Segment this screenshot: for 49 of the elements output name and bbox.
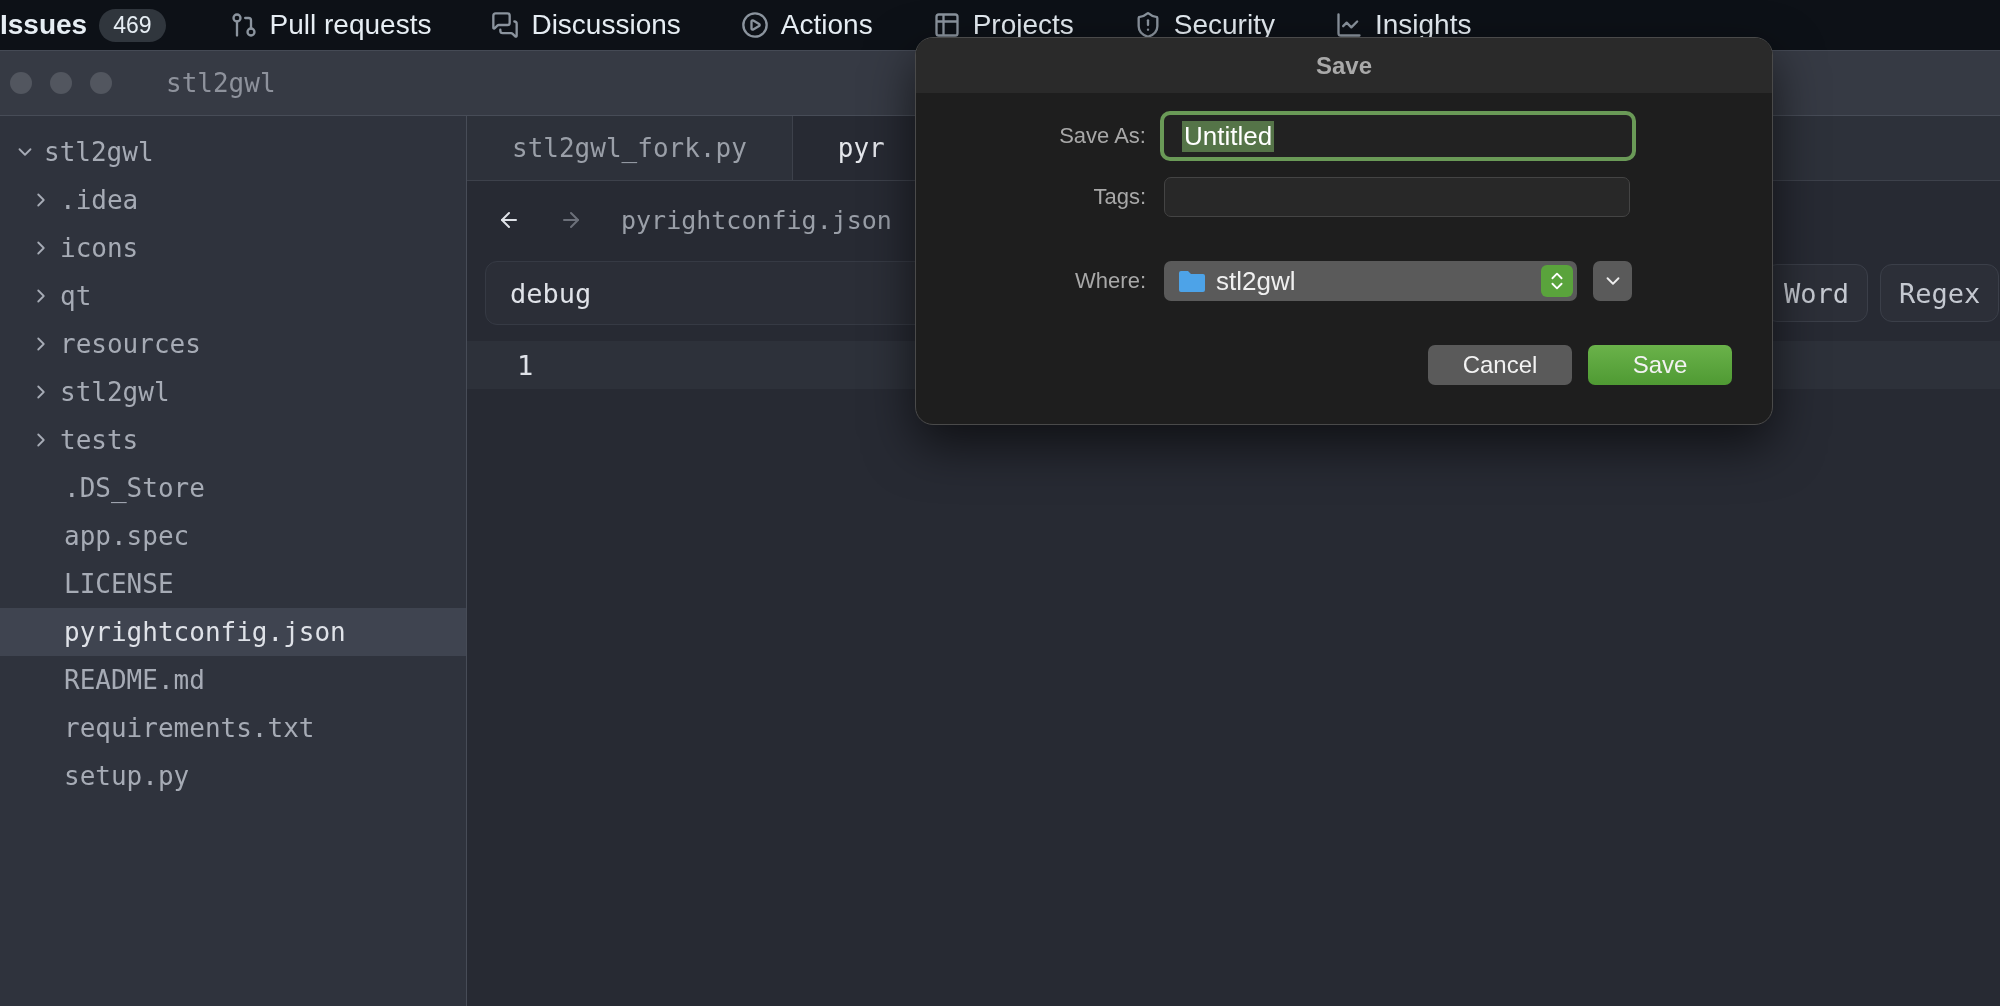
nav-tab[interactable]: Actions <box>740 9 873 41</box>
dialog-title: Save <box>1315 51 1373 80</box>
folder-item[interactable]: .idea <box>0 176 466 224</box>
folder-item[interactable]: stl2gwl <box>0 128 466 176</box>
nav-label: Security <box>1173 9 1275 41</box>
nav-label: Insights <box>1374 9 1472 41</box>
file-item[interactable]: setup.py <box>0 752 466 800</box>
nav-label: Pull requests <box>269 9 432 41</box>
folder-item[interactable]: tests <box>0 416 466 464</box>
folder-icon <box>1178 269 1206 293</box>
tags-field[interactable] <box>1164 177 1630 217</box>
nav-tab[interactable]: Pull requests <box>229 9 432 41</box>
table-icon <box>932 11 961 39</box>
cancel-button[interactable]: Cancel <box>1428 345 1572 385</box>
nav-label: Actions <box>780 9 873 41</box>
field-label: Tags: <box>1092 184 1146 210</box>
line-number: 1 <box>517 349 534 381</box>
nav-tab[interactable]: Projects <box>932 9 1074 41</box>
nav-tab[interactable]: Discussions <box>491 9 681 41</box>
speech-bubbles-icon <box>491 11 520 39</box>
folder-item[interactable]: icons <box>0 224 466 272</box>
file-item[interactable]: README.md <box>0 656 466 704</box>
nav-tab[interactable]: Insights <box>1334 9 1472 41</box>
folder-item[interactable]: resources <box>0 320 466 368</box>
nav-tab[interactable]: Issues 469 <box>0 8 166 42</box>
nav-label: Issues <box>0 9 88 41</box>
window-title: stl2gwl <box>166 68 276 98</box>
folder-item[interactable]: qt <box>0 272 466 320</box>
breadcrumb[interactable]: pyrightconfig.json <box>621 205 892 235</box>
expand-button[interactable] <box>1593 261 1632 301</box>
file-item[interactable]: .DS_Store <box>0 464 466 512</box>
file-item[interactable]: requirements.txt <box>0 704 466 752</box>
count-badge: 469 <box>99 8 166 42</box>
folder-item[interactable]: stl2gwl <box>0 368 466 416</box>
pull-request-icon <box>229 11 258 39</box>
nav-label: Projects <box>972 9 1074 41</box>
line-chart-icon <box>1334 11 1363 39</box>
file-item[interactable]: LICENSE <box>0 560 466 608</box>
file-item[interactable]: app.spec <box>0 512 466 560</box>
file-item[interactable]: pyrightconfig.json <box>0 608 466 656</box>
nav-label: Discussions <box>531 9 681 41</box>
location-popup[interactable]: stl2gwl <box>1164 261 1577 301</box>
field-label: Save As: <box>1058 123 1146 149</box>
nav-tab[interactable]: Security <box>1133 9 1275 41</box>
option-button[interactable]: Regex <box>1880 264 2000 322</box>
stepper-icon <box>1541 265 1573 297</box>
field-label: Where: <box>1074 268 1146 294</box>
play-circle-icon <box>740 11 769 39</box>
save-as-field[interactable]: Untitled <box>1160 111 1636 161</box>
